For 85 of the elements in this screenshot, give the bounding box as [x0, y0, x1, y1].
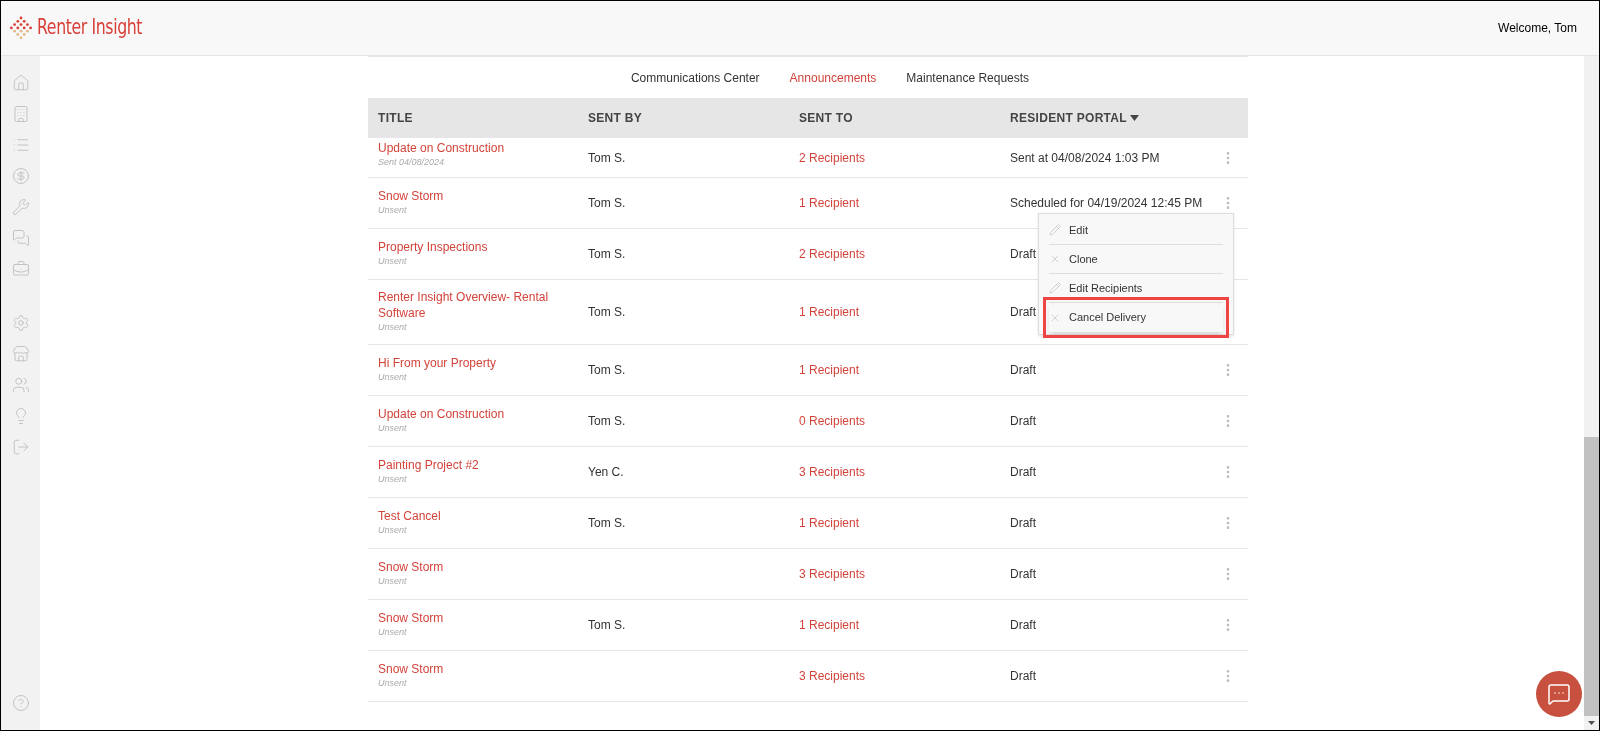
nav-tab[interactable]: Maintenance Requests	[906, 68, 1030, 87]
sender-text: Tom S.	[588, 196, 626, 210]
column-header[interactable]: TITLE	[378, 109, 413, 127]
recipients-link[interactable]: 3 Recipients	[799, 465, 866, 479]
column-header[interactable]: SENT TO	[799, 109, 853, 127]
announcement-title-link[interactable]: Renter Insight Overview- Rental Software	[378, 289, 578, 322]
users-icon[interactable]	[11, 375, 30, 394]
column-header[interactable]: RESIDENT PORTAL	[1010, 109, 1127, 127]
building-icon[interactable]	[11, 104, 30, 123]
chat-button[interactable]	[1536, 671, 1582, 717]
pencil-icon	[1049, 224, 1061, 236]
recipients-link[interactable]: 1 Recipient	[799, 363, 860, 377]
sender-text: Tom S.	[588, 305, 626, 319]
announcement-title-link[interactable]: Hi From your Property	[378, 355, 578, 372]
portal-status-text: Draft	[1010, 618, 1036, 632]
recipients-link[interactable]: 1 Recipient	[799, 196, 860, 210]
chat-icon	[1547, 682, 1571, 706]
pencil-icon	[1049, 282, 1061, 294]
help-icon[interactable]	[11, 693, 30, 712]
nav-tab[interactable]: Announcements	[789, 68, 877, 87]
announcement-title-link[interactable]: Painting Project #2	[378, 457, 578, 474]
toolbox-icon[interactable]	[11, 259, 30, 278]
portal-status-text: Draft	[1010, 305, 1036, 319]
status-text: Unsent	[378, 677, 408, 691]
chat-icon[interactable]	[11, 228, 30, 247]
menu-item[interactable]: Edit	[1049, 216, 1223, 245]
portal-status-text: Scheduled for 04/19/2024 12:45 PM	[1010, 196, 1203, 210]
sender-text: Tom S.	[588, 247, 626, 261]
portal-status-text: Draft	[1010, 414, 1036, 428]
recipients-link[interactable]: 2 Recipients	[799, 247, 866, 261]
recipients-link[interactable]: 0 Recipients	[799, 414, 866, 428]
welcome-text: Welcome, Tom	[1498, 20, 1577, 37]
status-text: Unsent	[378, 626, 408, 640]
logout-icon[interactable]	[11, 437, 30, 456]
nav-tab[interactable]: Communications Center	[630, 68, 760, 87]
status-text: Unsent	[378, 204, 408, 218]
sender-text: Tom S.	[588, 618, 626, 632]
portal-status-text: Draft	[1010, 247, 1036, 261]
recipients-link[interactable]: 1 Recipient	[799, 305, 860, 319]
announcement-title-link[interactable]: Snow Storm	[378, 610, 578, 627]
settings-icon[interactable]	[11, 313, 30, 332]
sort-caret-icon[interactable]	[1129, 115, 1139, 121]
logo-icon	[9, 15, 33, 41]
announcement-title-link[interactable]: Update on Construction	[378, 140, 578, 156]
status-text: Unsent	[378, 321, 408, 335]
dollar-icon[interactable]	[11, 166, 30, 185]
recipients-link[interactable]: 1 Recipient	[799, 516, 860, 530]
store-icon[interactable]	[11, 344, 30, 363]
status-text: Unsent	[378, 371, 408, 385]
portal-status-text: Sent at 04/08/2024 1:03 PM	[1010, 150, 1160, 165]
logo-text: Renter Insight	[37, 14, 143, 42]
tools-icon[interactable]	[11, 197, 30, 216]
status-text: Unsent	[378, 575, 408, 589]
status-text: Unsent	[378, 422, 408, 436]
menu-item[interactable]: Cancel Delivery	[1049, 303, 1223, 332]
status-text: Unsent	[378, 524, 408, 538]
portal-status-text: Draft	[1010, 465, 1036, 479]
column-header[interactable]: SENT BY	[588, 109, 643, 127]
sender-text: Tom S.	[588, 414, 626, 428]
portal-status-text: Draft	[1010, 567, 1036, 581]
recipients-link[interactable]: 2 Recipients	[799, 150, 866, 165]
sender-text: Tom S.	[588, 516, 626, 530]
status-text: Unsent	[378, 473, 408, 487]
sender-text: Tom S.	[588, 363, 626, 377]
announcement-title-link[interactable]: Update on Construction	[378, 406, 578, 423]
announcement-title-link[interactable]: Snow Storm	[378, 661, 578, 678]
sender-text: Yen C.	[588, 465, 624, 479]
close-icon	[1049, 253, 1061, 265]
scrollbar[interactable]	[1584, 56, 1599, 730]
announcement-title-link[interactable]: Property Inspections	[378, 239, 578, 256]
recipients-link[interactable]: 3 Recipients	[799, 669, 866, 683]
status-text: Sent 04/08/2024	[378, 156, 446, 169]
status-text: Unsent	[378, 255, 408, 269]
portal-status-text: Draft	[1010, 669, 1036, 683]
sender-text: Tom S.	[588, 150, 626, 165]
portal-status-text: Draft	[1010, 363, 1036, 377]
announcement-title-link[interactable]: Snow Storm	[378, 559, 578, 576]
recipients-link[interactable]: 3 Recipients	[799, 567, 866, 581]
announcement-title-link[interactable]: Snow Storm	[378, 188, 578, 205]
announcement-title-link[interactable]: Test Cancel	[378, 508, 578, 525]
recipients-link[interactable]: 1 Recipient	[799, 618, 860, 632]
menu-item[interactable]: Edit Recipients	[1049, 274, 1223, 303]
portal-status-text: Draft	[1010, 516, 1036, 530]
home-icon[interactable]	[11, 73, 30, 92]
menu-item[interactable]: Clone	[1049, 245, 1223, 274]
